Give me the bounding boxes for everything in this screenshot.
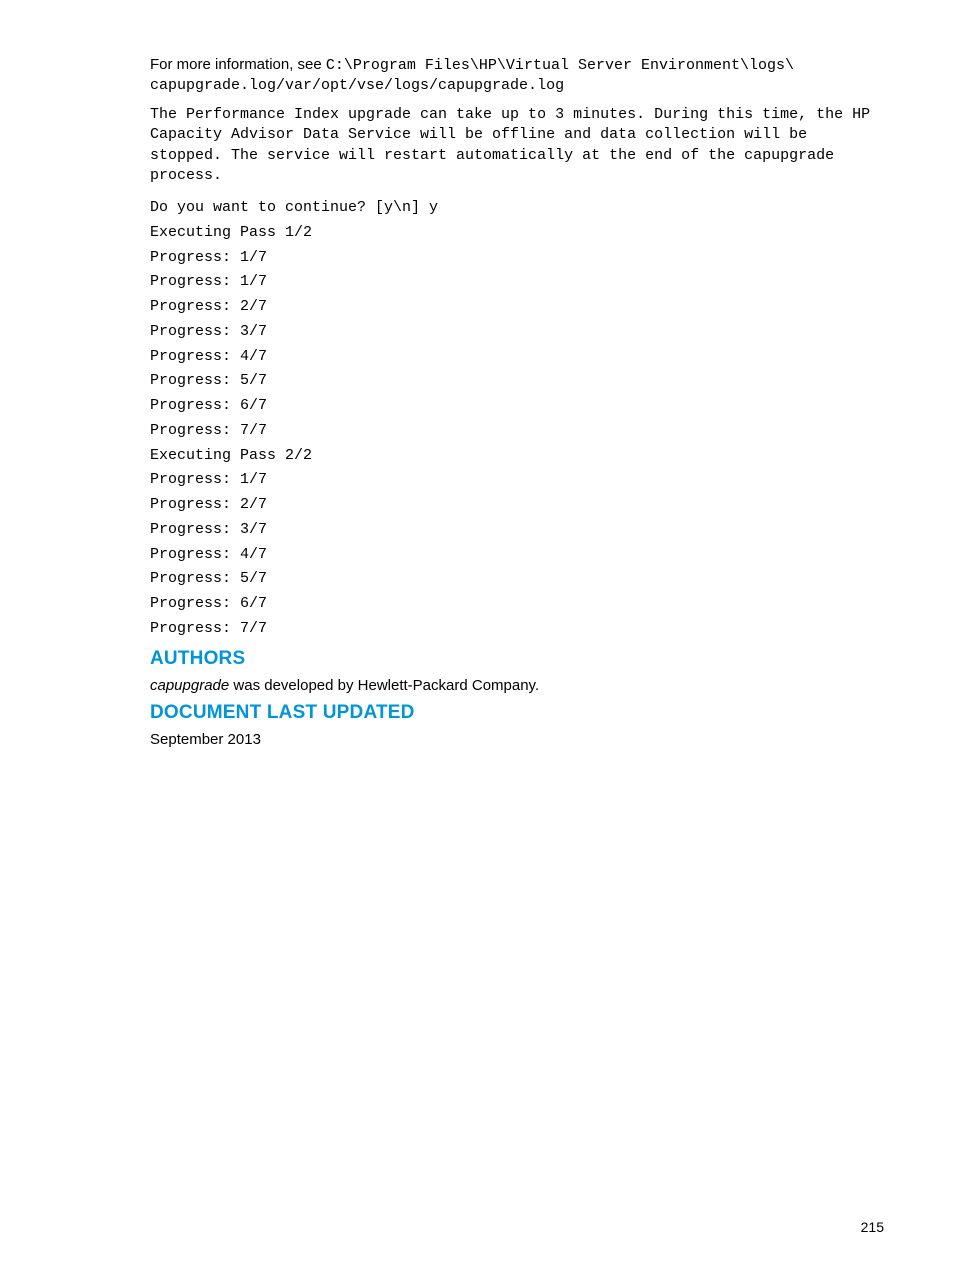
log-line: Progress: 2/7	[150, 295, 884, 320]
log-line: Progress: 2/7	[150, 493, 884, 518]
page-number: 215	[861, 1219, 884, 1235]
log-line: Progress: 1/7	[150, 246, 884, 271]
updated-date: September 2013	[150, 730, 884, 750]
main-paragraph: The Performance Index upgrade can take u…	[150, 105, 884, 186]
log-line: Progress: 3/7	[150, 518, 884, 543]
authors-rest: was developed by Hewlett-Packard Company…	[229, 677, 539, 694]
log-line: Progress: 4/7	[150, 345, 884, 370]
log-line: Progress: 4/7	[150, 543, 884, 568]
log-line: Executing Pass 2/2	[150, 444, 884, 469]
log-line: Progress: 3/7	[150, 320, 884, 345]
log-line: Progress: 1/7	[150, 468, 884, 493]
authors-text: capupgrade was developed by Hewlett-Pack…	[150, 676, 884, 696]
intro-path-2: capupgrade.log/var/opt/vse/logs/capupgra…	[150, 77, 884, 95]
log-line: Progress: 1/7	[150, 270, 884, 295]
log-line: Do you want to continue? [y\n] y	[150, 196, 884, 221]
log-output: Do you want to continue? [y\n] yExecutin…	[150, 196, 884, 642]
log-line: Progress: 7/7	[150, 617, 884, 642]
log-line: Executing Pass 1/2	[150, 221, 884, 246]
intro-prefix: For more information, see	[150, 56, 326, 73]
log-line: Progress: 6/7	[150, 592, 884, 617]
authors-heading: AUTHORS	[150, 648, 884, 670]
intro-line-1: For more information, see C:\Program Fil…	[150, 56, 884, 75]
intro-path-1: C:\Program Files\HP\Virtual Server Envir…	[326, 57, 794, 74]
updated-heading: DOCUMENT LAST UPDATED	[150, 702, 884, 724]
log-line: Progress: 7/7	[150, 419, 884, 444]
authors-italic: capupgrade	[150, 677, 229, 694]
log-line: Progress: 5/7	[150, 567, 884, 592]
log-line: Progress: 5/7	[150, 369, 884, 394]
log-line: Progress: 6/7	[150, 394, 884, 419]
